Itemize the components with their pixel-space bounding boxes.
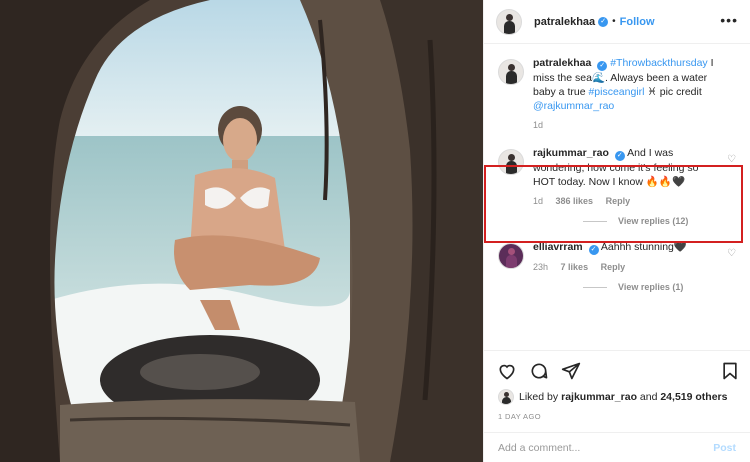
comment-likes[interactable]: 7 likes [561, 262, 589, 272]
add-comment-bar: Post [484, 432, 750, 462]
view-replies-button[interactable]: View replies (1) [583, 282, 722, 292]
comment-time[interactable]: 23h [533, 262, 548, 272]
verified-badge-icon: ✓ [597, 61, 608, 71]
caption-avatar[interactable] [498, 59, 524, 85]
comment-bubble-icon[interactable] [529, 361, 549, 381]
post-header: patralekhaa ✓ • Follow ••• [484, 0, 750, 44]
caption-meta: 1d [533, 120, 722, 130]
author-avatar[interactable] [496, 8, 522, 35]
heart-icon[interactable]: ♡ [727, 248, 736, 259]
mention-link[interactable]: @rajkummar_rao [533, 100, 614, 112]
liker-avatar[interactable] [498, 389, 514, 405]
likes-middle: and [636, 391, 661, 403]
post-photo[interactable] [0, 0, 483, 462]
comment-username[interactable]: rajkummar_rao [533, 147, 609, 159]
comment-input[interactable] [498, 441, 714, 454]
follow-button[interactable]: Follow [620, 16, 655, 28]
comment-item: elliavrram ✓ Aahhh stunning🖤 23h 7 likes… [484, 240, 750, 292]
ellipsis-icon[interactable]: ••• [720, 13, 738, 27]
likes-count[interactable]: 24,519 others [660, 391, 727, 403]
bookmark-icon[interactable] [720, 361, 740, 381]
comment-meta: 23h 7 likes Reply [533, 262, 722, 272]
like-heart-icon[interactable] [497, 361, 517, 381]
liker-username[interactable]: rajkummar_rao [561, 391, 637, 403]
hashtag-link[interactable]: #Throwbackthursday [610, 57, 707, 69]
post-timestamp[interactable]: 1 DAY AGO [498, 412, 541, 421]
post-image [0, 0, 483, 462]
likes-summary: Liked by rajkummar_rao and 24,519 others [498, 389, 738, 405]
likes-prefix: Liked by [519, 391, 559, 403]
commenter-avatar[interactable] [498, 243, 524, 269]
share-send-icon[interactable] [561, 361, 581, 381]
post-actions [484, 350, 750, 390]
caption-username[interactable]: patralekhaa [533, 57, 591, 69]
verified-badge-icon: ✓ [598, 16, 609, 27]
verified-badge-icon: ✓ [614, 151, 625, 161]
wave-emoji-icon: 🌊 [591, 72, 606, 84]
caption-time[interactable]: 1d [533, 120, 543, 130]
verified-badge-icon: ✓ [588, 245, 599, 255]
heart-icon[interactable]: ♡ [727, 154, 736, 165]
reply-button[interactable]: Reply [601, 262, 626, 272]
caption-text-part: ♓ pic credit [644, 86, 702, 98]
highlight-box [484, 165, 743, 243]
post-comment-button[interactable]: Post [713, 442, 736, 454]
separator-dot: • [612, 16, 616, 27]
caption: patralekhaa ✓ #Throwbackthursday I miss … [484, 56, 750, 130]
hashtag-link[interactable]: #pisceangirl [588, 86, 644, 98]
caption-text: patralekhaa ✓ #Throwbackthursday I miss … [533, 56, 722, 113]
author-username[interactable]: patralekhaa [534, 16, 595, 28]
